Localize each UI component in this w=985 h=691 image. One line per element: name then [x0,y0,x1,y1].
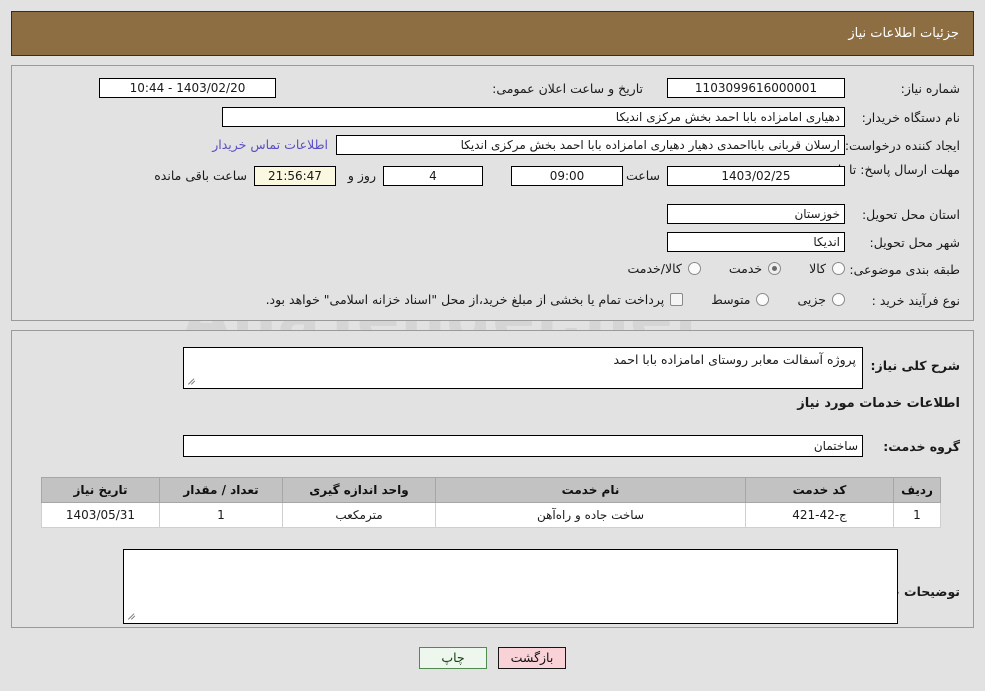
deadline-label-wrap: مهلت ارسال پاسخ: تا تاریخ: [815,162,960,178]
col-service-code: کد خدمت [745,477,894,503]
countdown-timer-value: 21:56:47 [254,166,336,186]
service-group-label: گروه خدمت: [883,439,960,454]
request-creator-label-wrap: ایجاد کننده درخواست: [845,138,960,153]
need-summary-textarea[interactable]: پروژه آسفالت معابر روستای امامزاده بابا … [183,347,863,389]
city-value[interactable]: اندیکا [667,232,845,252]
buyer-org-label: نام دستگاه خریدار: [861,110,960,125]
print-button[interactable]: چاپ [419,647,487,669]
cell-row-no: 1 [893,502,941,528]
treasury-bond-note: پرداخت تمام یا بخشی از مبلغ خرید،از محل … [265,292,665,307]
radio-icon[interactable] [768,262,782,275]
announce-datetime-label-wrap: تاریخ و ساعت اعلان عمومی: [492,81,643,96]
buyer-contact-link[interactable]: اطلاعات تماس خریدار [212,137,328,152]
category-option-label: کالا/خدمت [627,261,682,276]
footer-button-bar: بازگشت چاپ [0,647,985,669]
category-label: طبقه بندی موضوعی: [849,262,960,277]
city-label: شهر محل تحویل: [869,235,960,250]
process-type-label: نوع فرآیند خرید : [871,293,960,308]
need-number-value[interactable]: 1103099616000001 [667,78,845,98]
category-option-khedmat[interactable]: خدمت [728,261,782,276]
service-group-value[interactable]: ساختمان [183,435,863,457]
col-quantity: تعداد / مقدار [159,477,283,503]
radio-icon[interactable] [756,293,770,306]
province-label: استان محل تحویل: [861,207,960,222]
process-radio-group: جزیی متوسط پرداخت تمام یا بخشی از مبلغ خ… [266,292,845,307]
col-row-no: ردیف [893,477,941,503]
request-creator-label: ایجاد کننده درخواست: [844,138,960,153]
category-option-label: کالا [809,261,826,276]
page-header-bar: جزئیات اطلاعات نیاز [11,11,974,56]
province-label-wrap: استان محل تحویل: [862,207,960,222]
resize-grip-icon[interactable] [127,611,137,621]
buyer-notes-textarea[interactable] [123,549,898,624]
buyer-org-label-wrap: نام دستگاه خریدار: [862,110,960,125]
radio-icon[interactable] [832,262,845,275]
col-need-date: تاریخ نیاز [41,477,160,503]
category-label-wrap: طبقه بندی موضوعی: [849,262,960,277]
countdown-timer-label: ساعت باقی مانده [154,168,247,183]
col-service-name: نام خدمت [435,477,746,503]
remaining-days-value[interactable]: 4 [383,166,483,186]
request-creator-value[interactable]: ارسلان قربانی بابااحمدی دهیار دهیاری اما… [336,135,845,155]
process-option-label: جزیی [797,292,826,307]
need-number-label: شماره نیاز: [900,81,960,96]
need-number-field: شماره نیاز: [852,81,960,96]
service-details-panel: شرح کلی نیاز: پروژه آسفالت معابر روستای … [11,330,974,628]
page-title: جزئیات اطلاعات نیاز [848,26,959,41]
need-summary-label: شرح کلی نیاز: [870,358,960,373]
buyer-org-value[interactable]: دهیاری امامزاده بابا احمد بخش مرکزی اندی… [222,107,845,127]
process-option-jozei[interactable]: جزیی [797,292,845,307]
announce-datetime-label: تاریخ و ساعت اعلان عمومی: [492,81,643,96]
deadline-label: مهلت ارسال پاسخ: تا تاریخ: [815,162,960,177]
deadline-date-value[interactable]: 1403/02/25 [667,166,845,186]
cell-service-name: ساخت جاده و راه‌آهن [435,502,746,528]
province-value[interactable]: خوزستان [667,204,845,224]
services-table: ردیف کد خدمت نام خدمت واحد اندازه گیری ت… [41,477,941,528]
remaining-days-label: روز و [347,168,376,183]
radio-icon[interactable] [832,293,845,306]
announce-datetime-value[interactable]: 1403/02/20 - 10:44 [99,78,276,98]
table-row[interactable]: 1 ج-42-421 ساخت جاده و راه‌آهن مترمکعب 1… [41,502,941,528]
process-option-motavaset[interactable]: متوسط [711,292,770,307]
table-header-row: ردیف کد خدمت نام خدمت واحد اندازه گیری ت… [41,477,941,503]
deadline-time-value[interactable]: 09:00 [511,166,623,186]
need-info-panel: شماره نیاز: 1103099616000001 تاریخ و ساع… [11,65,974,321]
treasury-bond-option[interactable]: پرداخت تمام یا بخشی از مبلغ خرید،از محل … [266,292,684,307]
city-label-wrap: شهر محل تحویل: [870,235,960,250]
cell-need-date: 1403/05/31 [41,502,160,528]
need-summary-value: پروژه آسفالت معابر روستای امامزاده بابا … [613,352,856,367]
cell-service-code: ج-42-421 [745,502,894,528]
services-section-title: اطلاعات خدمات مورد نیاز [797,396,960,411]
category-option-label: خدمت [728,261,763,276]
back-button[interactable]: بازگشت [498,647,566,669]
process-label-wrap: نوع فرآیند خرید : [872,293,960,308]
category-option-kala[interactable]: کالا [809,261,845,276]
process-option-label: متوسط [711,292,751,307]
deadline-hour-label: ساعت [625,168,660,183]
cell-quantity: 1 [159,502,283,528]
category-radio-group: کالا خدمت کالا/خدمت [627,261,845,276]
cell-unit: مترمکعب [282,502,436,528]
resize-grip-icon[interactable] [187,376,197,386]
checkbox-icon[interactable] [670,293,684,306]
category-option-kala-khedmat[interactable]: کالا/خدمت [627,261,701,276]
col-unit: واحد اندازه گیری [282,477,436,503]
radio-icon[interactable] [687,262,701,275]
